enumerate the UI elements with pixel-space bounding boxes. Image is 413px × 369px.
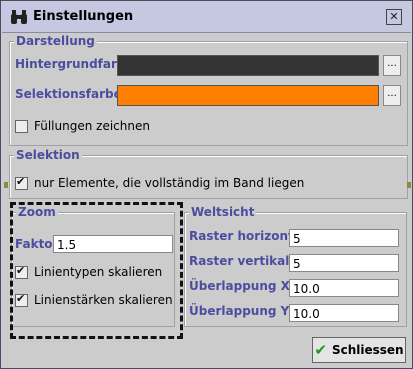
settings-window: Einstellungen ✕ Darstellung Hintergrundf… [0,0,413,369]
hintergrundfarbe-label: Hintergrundfarbe [15,57,134,71]
ueberlappung-y-input[interactable]: 10.0 [289,304,399,322]
binoculars-icon [11,10,27,24]
raster-vertikal-input[interactable]: 5 [289,254,399,272]
hintergrundfarbe-picker-button[interactable]: ... [383,55,401,76]
ueberlappung-x-label: Überlappung X [189,279,290,293]
resize-handle-right [407,182,411,188]
linientypen-label: Linientypen skalieren [34,265,163,279]
resize-handle-left [4,182,8,188]
schliessen-label: Schliessen [331,343,404,357]
checkbox-box[interactable] [15,119,28,133]
faktor-input[interactable]: 1.5 [53,235,173,253]
title-bar[interactable]: Einstellungen ✕ [2,2,411,33]
selektionsfarbe-label: Selektionsfarbe [15,87,122,101]
darstellung-title: Darstellung [14,34,97,48]
linienstaerken-label: Linienstärken skalieren [34,293,173,307]
selektionsfarbe-picker-button[interactable]: ... [383,85,401,106]
faktor-label: Faktor [15,237,59,251]
ueberlappung-y-label: Überlappung Y [189,304,290,318]
close-window-button[interactable]: ✕ [386,9,402,25]
fuellungen-checkbox[interactable]: Füllungen zeichnen [15,119,150,133]
ueberlappung-x-input[interactable]: 10.0 [289,279,399,297]
checkbox-box[interactable] [15,175,28,190]
close-icon: ✕ [389,10,399,23]
checkbox-box[interactable] [15,292,28,307]
raster-vertikal-label: Raster vertikal [189,254,290,268]
raster-horizontal-input[interactable]: 5 [289,229,399,247]
linienstaerken-checkbox[interactable]: Linienstärken skalieren [15,292,173,307]
window-title: Einstellungen [33,9,134,24]
schliessen-button[interactable]: ✔ Schliessen [312,337,406,363]
nur-elemente-label: nur Elemente, die vollständig im Band li… [34,176,305,190]
linientypen-checkbox[interactable]: Linientypen skalieren [15,264,163,279]
weltsicht-title: Weltsicht [189,205,257,219]
fuellungen-label: Füllungen zeichnen [34,119,150,133]
check-icon: ✔ [314,341,327,359]
hintergrundfarbe-swatch[interactable] [117,55,379,76]
nur-elemente-checkbox[interactable]: nur Elemente, die vollständig im Band li… [15,175,305,190]
selektion-title: Selektion [14,148,82,162]
selektionsfarbe-swatch[interactable] [117,85,379,106]
checkbox-box[interactable] [15,264,28,279]
